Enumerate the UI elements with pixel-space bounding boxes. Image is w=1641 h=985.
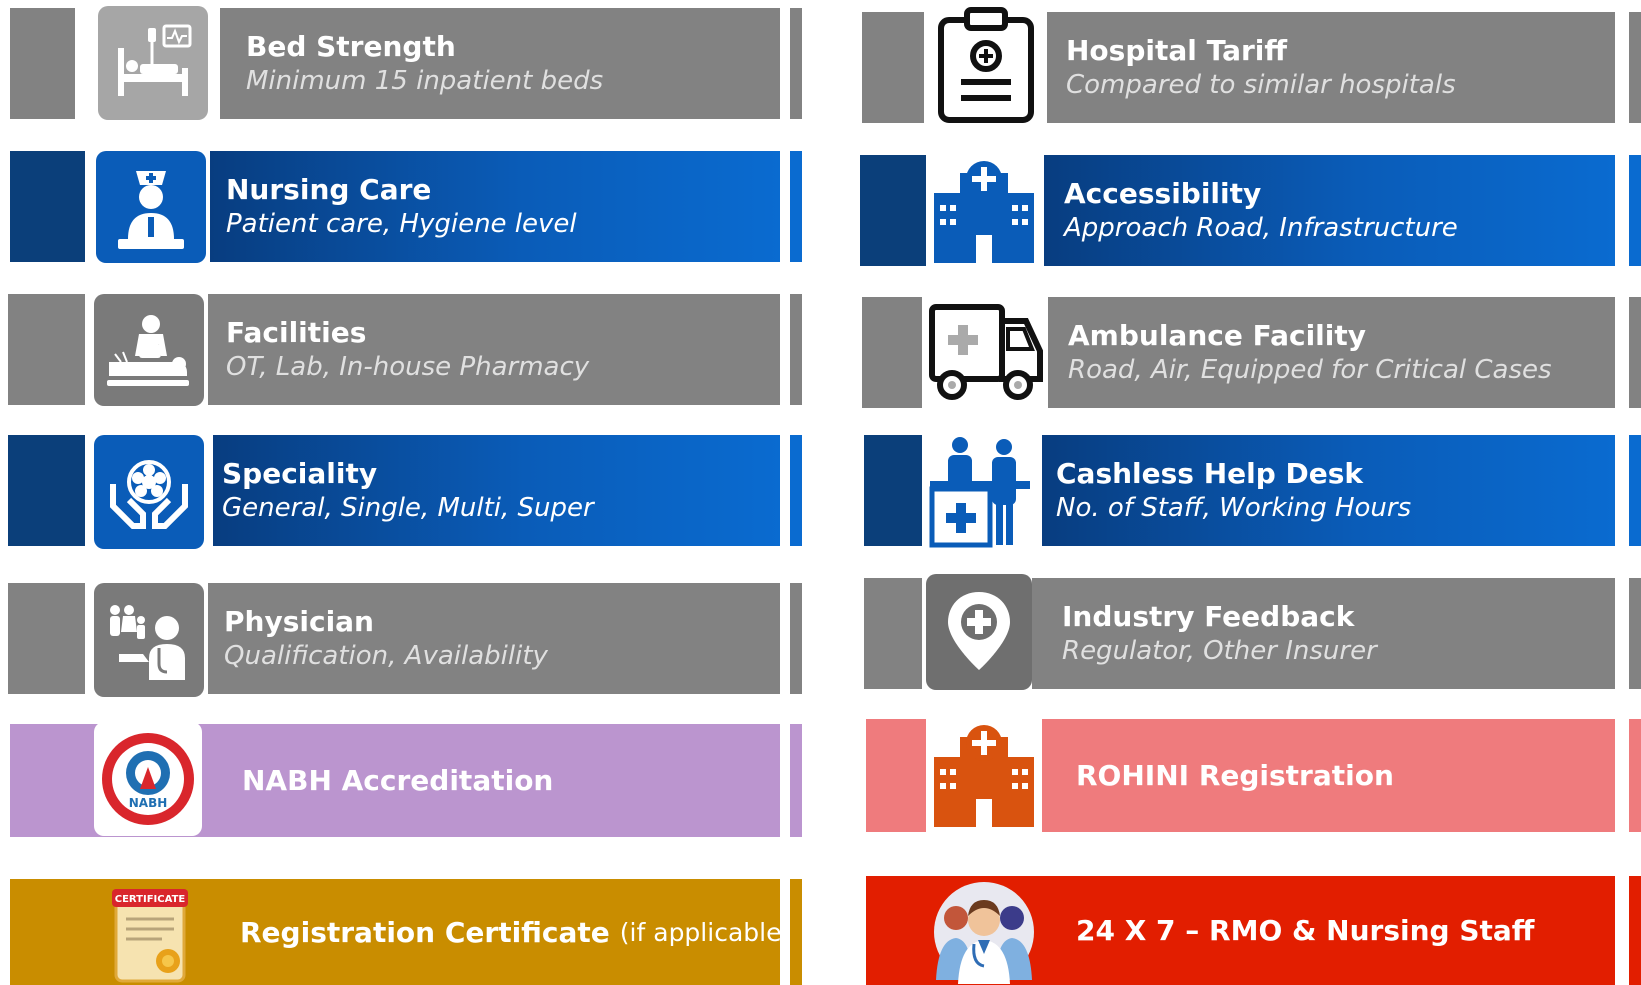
criteria-row-physician: Physician Qualification, Availability bbox=[8, 583, 802, 697]
criteria-title: NABH Accreditation bbox=[242, 764, 554, 797]
medical-staff-icon bbox=[932, 880, 1036, 984]
criteria-title: 24 X 7 – RMO & Nursing Staff bbox=[1076, 914, 1535, 947]
hospital-bed-icon bbox=[98, 6, 208, 120]
criteria-row-nursing-care: Nursing Care Patient care, Hygiene level bbox=[10, 151, 802, 263]
criteria-row-hospital-tariff: Hospital Tariff Compared to similar hosp… bbox=[862, 4, 1641, 126]
criteria-title: Registration Certificate bbox=[240, 915, 610, 949]
criteria-title: Speciality bbox=[222, 456, 378, 490]
criteria-title: Cashless Help Desk bbox=[1056, 456, 1364, 490]
criteria-row-speciality: Speciality General, Single, Multi, Super bbox=[8, 435, 802, 549]
criteria-row-facilities: Facilities OT, Lab, In-house Pharmacy bbox=[8, 294, 802, 406]
doctor-family-icon bbox=[94, 583, 204, 697]
criteria-title: Industry Feedback bbox=[1062, 599, 1355, 633]
hospital-building-icon bbox=[926, 155, 1042, 267]
criteria-subtitle: Approach Road, Infrastructure bbox=[1064, 212, 1458, 243]
criteria-row-registration-certificate: CERTIFICATE Registration Certificate (if… bbox=[10, 879, 802, 985]
criteria-title: Accessibility bbox=[1064, 176, 1262, 210]
hospital-building-orange-icon bbox=[926, 717, 1042, 833]
nabh-seal-text: NABH bbox=[129, 796, 168, 810]
certificate-banner-text: CERTIFICATE bbox=[115, 894, 186, 905]
criteria-row-bed-strength: Bed Strength Minimum 15 inpatient beds bbox=[10, 6, 802, 120]
nurse-icon bbox=[96, 151, 206, 263]
criteria-subtitle: Compared to similar hospitals bbox=[1066, 69, 1456, 100]
clipboard-icon bbox=[928, 4, 1044, 126]
criteria-row-ambulance: Ambulance Facility Road, Air, Equipped f… bbox=[862, 291, 1641, 411]
nabh-seal-icon: NABH bbox=[94, 722, 202, 836]
certificate-icon: CERTIFICATE bbox=[100, 885, 200, 985]
criteria-title: ROHINI Registration bbox=[1076, 759, 1394, 792]
criteria-row-cashless-help-desk: Cashless Help Desk No. of Staff, Working… bbox=[864, 435, 1641, 549]
criteria-row-industry-feedback: Industry Feedback Regulator, Other Insur… bbox=[864, 574, 1641, 690]
criteria-subtitle: Patient care, Hygiene level bbox=[226, 208, 577, 239]
criteria-title: Facilities bbox=[226, 315, 367, 349]
help-desk-icon bbox=[924, 435, 1040, 549]
criteria-title: Nursing Care bbox=[226, 172, 432, 206]
criteria-title: Hospital Tariff bbox=[1066, 33, 1288, 67]
patient-treatment-icon bbox=[94, 294, 204, 406]
ambulance-icon bbox=[922, 291, 1048, 411]
location-plus-icon bbox=[926, 574, 1032, 690]
criteria-subtitle: Road, Air, Equipped for Critical Cases bbox=[1068, 354, 1552, 385]
criteria-subtitle: Qualification, Availability bbox=[224, 640, 548, 671]
criteria-title: Ambulance Facility bbox=[1068, 318, 1366, 352]
criteria-subtitle: OT, Lab, In-house Pharmacy bbox=[226, 351, 590, 382]
criteria-row-rohini: ROHINI Registration bbox=[866, 717, 1641, 833]
hands-cell-icon bbox=[94, 435, 204, 549]
criteria-row-nabh: NABH NABH Accreditation bbox=[10, 722, 802, 837]
criteria-title: Bed Strength bbox=[246, 29, 456, 63]
criteria-row-rmo-nursing: 24 X 7 – RMO & Nursing Staff bbox=[866, 876, 1641, 985]
criteria-row-accessibility: Accessibility Approach Road, Infrastruct… bbox=[860, 155, 1641, 267]
criteria-subtitle: Minimum 15 inpatient beds bbox=[246, 65, 604, 96]
criteria-subtitle: General, Single, Multi, Super bbox=[222, 492, 594, 523]
criteria-note: (if applicable) bbox=[619, 917, 792, 947]
criteria-subtitle: Regulator, Other Insurer bbox=[1062, 635, 1377, 666]
criteria-title: Physician bbox=[224, 604, 374, 638]
criteria-subtitle: No. of Staff, Working Hours bbox=[1056, 492, 1412, 523]
